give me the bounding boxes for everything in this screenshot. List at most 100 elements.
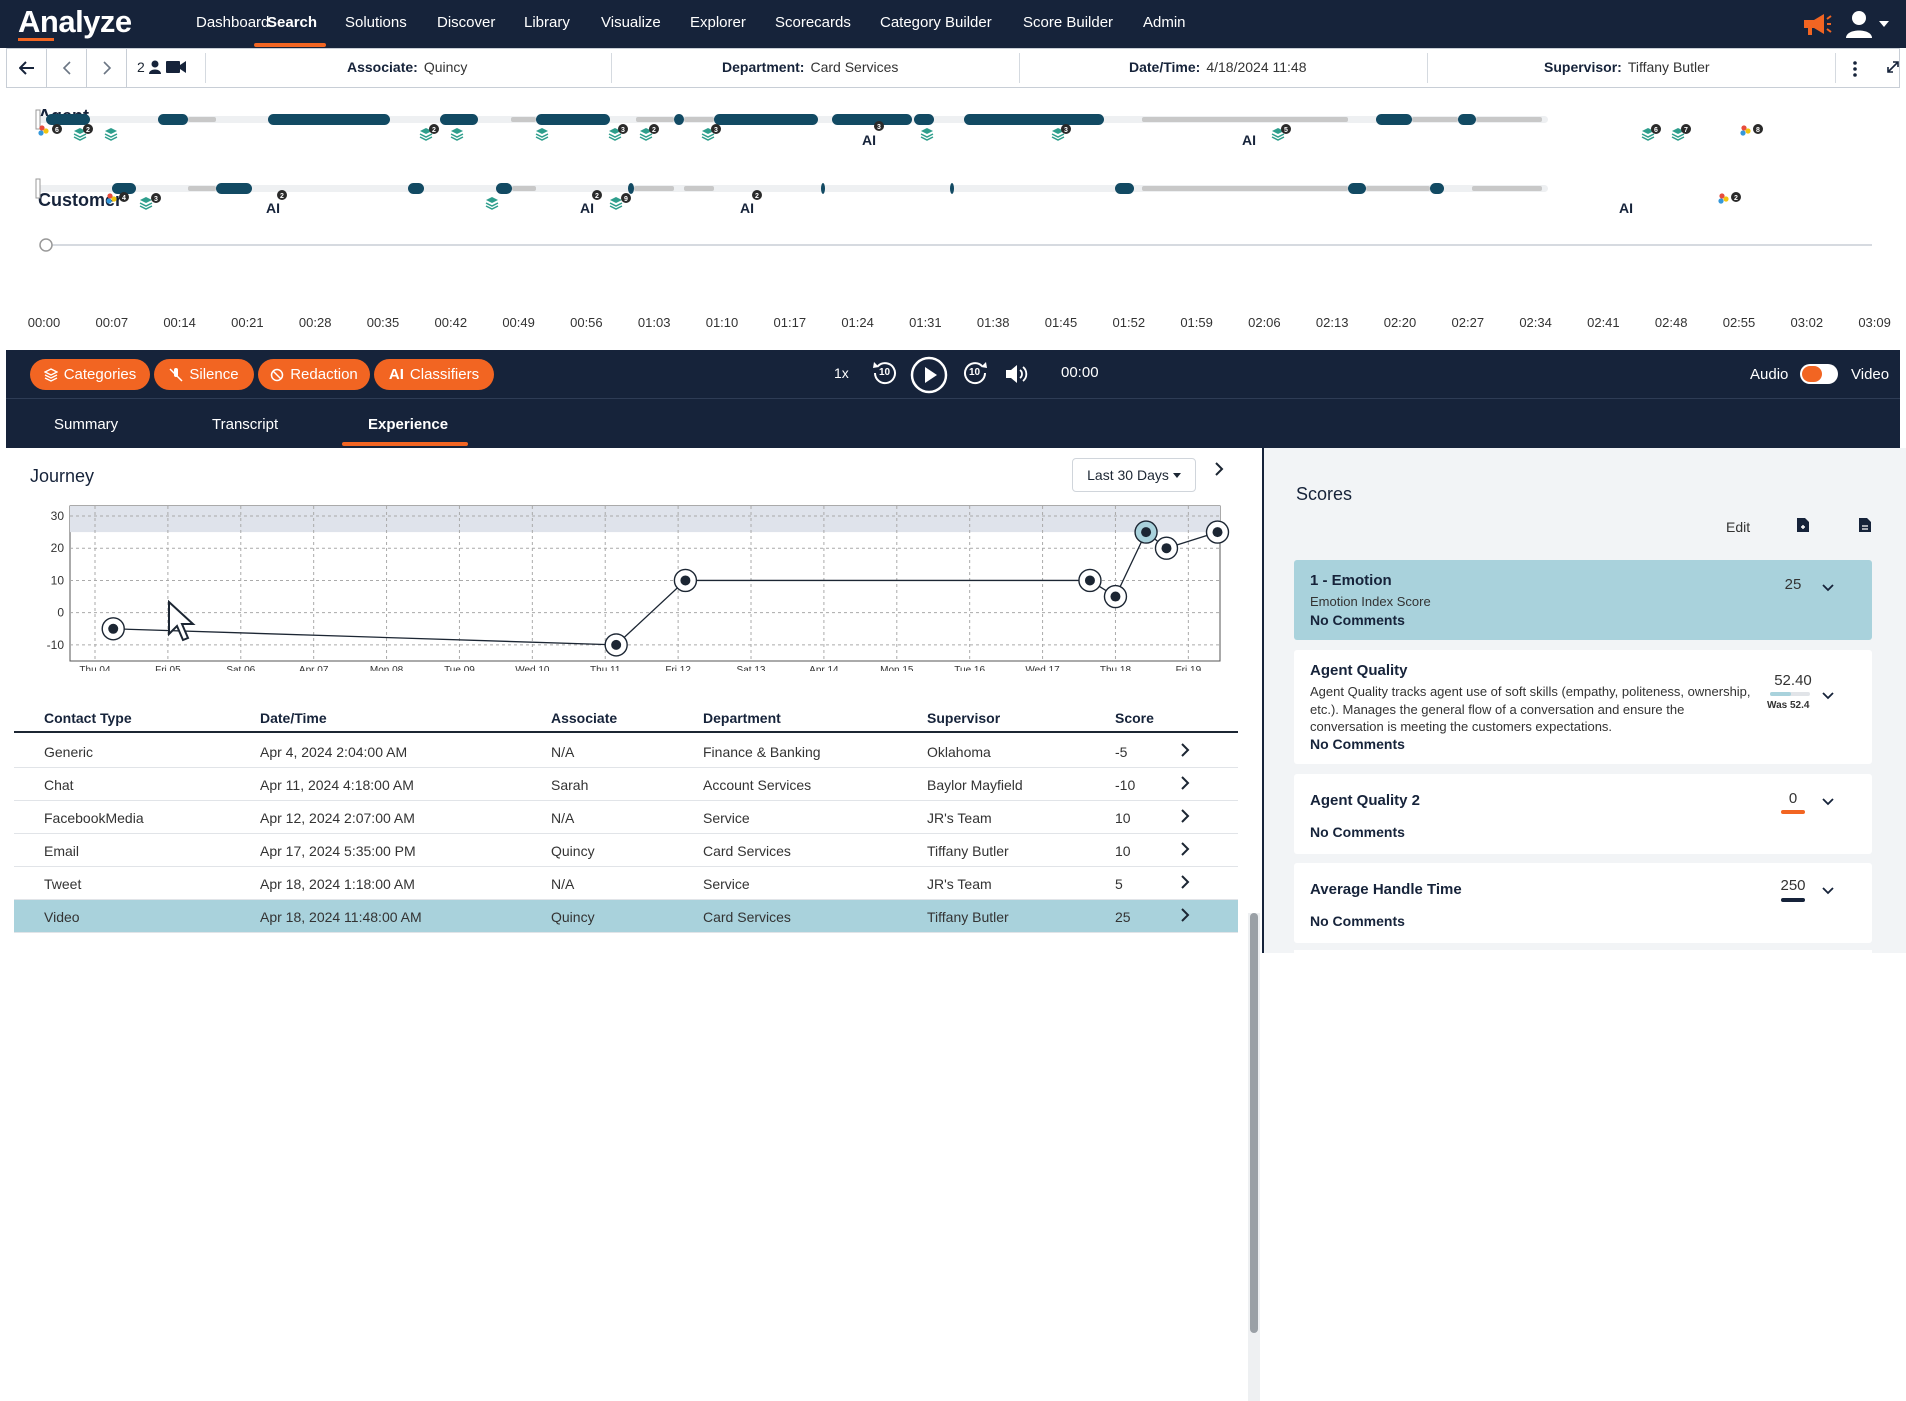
edit-scores-link[interactable]: Edit	[1726, 519, 1750, 535]
y-tick-label: 30	[51, 509, 65, 523]
column-contact-type[interactable]: Contact Type	[44, 710, 132, 726]
associate-field: Associate: Quincy	[347, 59, 467, 75]
column-date-time[interactable]: Date/Time	[260, 710, 327, 726]
x-tick-label: Mon 15	[880, 665, 914, 671]
timeline-tick-label: 01:38	[976, 315, 1010, 330]
table-row[interactable]: Tweet Apr 18, 2024 1:18:00 AM N/A Service JR…	[14, 867, 1238, 900]
score-card-agent-quality[interactable]: Agent Quality Agent Quality tracks agent…	[1294, 650, 1872, 764]
score-card-emotion[interactable]: 1 - Emotion Emotion Index Score No Comme…	[1294, 560, 1872, 640]
cell-contact-type: Generic	[44, 744, 94, 760]
nav-scorecards[interactable]: Scorecards	[775, 14, 851, 31]
clipboard-icon[interactable]	[1205, 520, 1230, 544]
megaphone-icon[interactable]	[1800, 10, 1832, 38]
nav-explorer[interactable]: Explorer	[690, 14, 746, 31]
rewind-10-button[interactable]: 10	[870, 358, 900, 393]
audio-video-toggle[interactable]	[1800, 364, 1838, 384]
column-associate[interactable]: Associate	[551, 710, 617, 726]
back-button[interactable]	[7, 49, 47, 87]
forward-10-button[interactable]: 10	[960, 358, 990, 393]
chevron-down-icon[interactable]	[1822, 692, 1834, 700]
chevron-down-icon[interactable]	[1822, 798, 1834, 806]
play-button[interactable]	[910, 356, 948, 399]
column-supervisor[interactable]: Supervisor	[927, 710, 1000, 726]
tab-transcript[interactable]: Transcript	[212, 416, 278, 433]
chevron-right-icon[interactable]	[1180, 875, 1190, 889]
table-row[interactable]: Generic Apr 4, 2024 2:04:00 AM N/A Finance …	[14, 735, 1238, 768]
score-card-agent-quality-2[interactable]: Agent Quality 2 No Comments 0	[1294, 774, 1872, 854]
chevron-right-icon[interactable]	[1180, 842, 1190, 856]
chevron-right-icon[interactable]	[1214, 462, 1224, 476]
chevron-down-icon[interactable]	[1822, 584, 1834, 592]
playback-speed[interactable]: 1x	[834, 365, 849, 381]
twitter-icon[interactable]	[1103, 584, 1128, 609]
redaction-button[interactable]: Redaction	[258, 359, 370, 390]
facebook-icon[interactable]	[673, 568, 698, 593]
volume-button[interactable]	[1004, 363, 1028, 390]
timeline-tick-label: 02:20	[1383, 315, 1417, 330]
play-icon	[910, 356, 948, 394]
journey-scrollbar[interactable]	[1248, 913, 1260, 1401]
cell-contact-type: Tweet	[44, 876, 82, 892]
timeline-tracks[interactable]: 6 2 2 3 2 3AI3 3AI5 6 7 84 3AI2AI2 9AI2AI2	[6, 88, 1900, 308]
nav-visualize[interactable]: Visualize	[601, 14, 661, 31]
timeline-tick-label: 03:09	[1858, 315, 1891, 330]
previous-button[interactable]	[47, 49, 87, 87]
speech-segment	[536, 114, 610, 125]
classifiers-button[interactable]: AI Classifiers	[374, 359, 494, 390]
nav-dashboard[interactable]: Dashboard	[196, 14, 269, 31]
table-row[interactable]: FacebookMedia Apr 12, 2024 2:07:00 AM N/A S…	[14, 801, 1238, 834]
y-tick-label: -10	[47, 638, 65, 652]
journey-chart[interactable]: 30 20 10 0 -10 Thu 04 Fri 05 Sat 06 Apr 07 Mon 08…	[20, 496, 1230, 671]
badge-count: 6	[1654, 127, 1658, 134]
cell-associate: N/A	[551, 876, 575, 892]
nav-search[interactable]: Search	[267, 14, 317, 31]
nav-score-builder[interactable]: Score Builder	[1023, 14, 1113, 31]
nav-admin[interactable]: Admin	[1143, 14, 1186, 31]
participants-indicator: 2	[137, 59, 187, 75]
score-card-average-handle-time[interactable]: Average Handle Time No Comments 250	[1294, 863, 1872, 943]
timeline-tick-label: 02:27	[1451, 315, 1485, 330]
scrollbar-thumb[interactable]	[1250, 913, 1258, 1333]
silence-button[interactable]: Silence	[154, 359, 254, 390]
phone-icon[interactable]	[1154, 536, 1179, 560]
chevron-down-icon[interactable]	[1822, 887, 1834, 895]
table-row[interactable]: Email Apr 17, 2024 5:35:00 PM Quincy Card S…	[14, 834, 1238, 867]
silence-segment	[1366, 186, 1430, 191]
cell-date-time: Apr 18, 2024 1:18:00 AM	[260, 876, 415, 892]
more-options-icon[interactable]	[1853, 61, 1857, 77]
tab-experience[interactable]: Experience	[368, 416, 448, 433]
speech-segment	[821, 183, 825, 194]
silence-segment	[188, 186, 216, 191]
category-layers-icon	[485, 197, 499, 210]
timeline-tick-label: 00:00	[27, 315, 61, 330]
app-logo[interactable]: Analyze	[18, 4, 132, 40]
categories-button[interactable]: Categories	[30, 359, 150, 390]
tab-summary[interactable]: Summary	[54, 416, 118, 433]
interaction-timeline[interactable]: Agent Customer 622323AI33AI567843AI2AI29…	[6, 88, 1900, 350]
nav-solutions[interactable]: Solutions	[345, 14, 407, 31]
column-department[interactable]: Department	[703, 710, 781, 726]
chevron-right-icon[interactable]	[1180, 776, 1190, 790]
mouse-cursor-icon	[168, 600, 196, 642]
cell-department: Service	[703, 876, 750, 892]
table-row[interactable]: Video Apr 18, 2024 11:48:00 AM Quincy Card …	[14, 900, 1238, 933]
document-icon[interactable]	[101, 617, 125, 641]
table-row[interactable]: Chat Apr 11, 2024 4:18:00 AM Sarah Account …	[14, 768, 1238, 801]
next-button[interactable]	[87, 49, 127, 87]
expand-icon[interactable]	[1887, 61, 1899, 73]
chevron-right-icon[interactable]	[1180, 908, 1190, 922]
email-icon[interactable]	[1078, 568, 1102, 593]
user-menu-icon[interactable]	[1843, 9, 1891, 39]
date-range-dropdown[interactable]: Last 30 Days	[1072, 458, 1196, 492]
nav-discover[interactable]: Discover	[437, 14, 495, 31]
chevron-right-icon[interactable]	[1180, 743, 1190, 757]
video-camera-icon	[165, 61, 186, 73]
nav-category-builder[interactable]: Category Builder	[880, 14, 992, 31]
video-icon[interactable]	[1134, 520, 1158, 544]
chat-icon[interactable]	[604, 633, 628, 657]
nav-library[interactable]: Library	[524, 14, 570, 31]
document-icon[interactable]	[1858, 517, 1872, 533]
chevron-right-icon[interactable]	[1180, 809, 1190, 823]
column-score[interactable]: Score	[1115, 710, 1154, 726]
add-document-icon[interactable]	[1796, 517, 1810, 533]
